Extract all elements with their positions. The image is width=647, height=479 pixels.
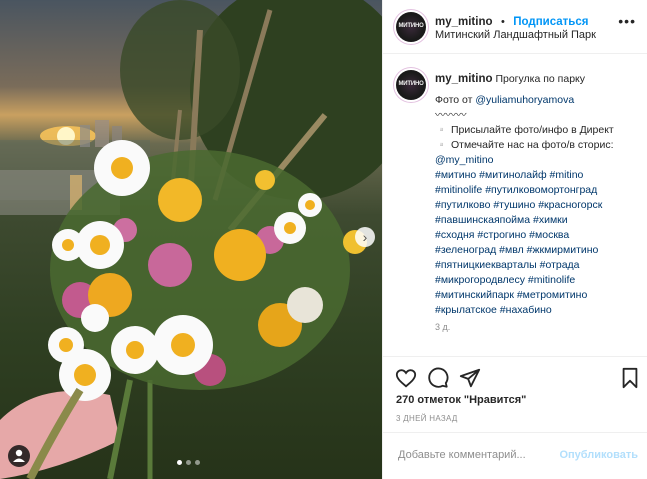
likes-count[interactable]: 270 отметок "Нравится" [396, 394, 526, 406]
hashtag-line[interactable]: #пятницкиекварталы #отрада [435, 258, 640, 273]
hashtag-line[interactable]: #mitinolife #путилковомортонград [435, 183, 640, 198]
comment-box: Опубликовать [383, 432, 647, 479]
comment-icon[interactable] [427, 367, 449, 389]
send-info-line: ▫️ Присылайте фото/инфо в Директ [435, 124, 614, 136]
bookmark-icon[interactable] [619, 367, 641, 389]
hashtag-line[interactable]: #сходня #строгино #москва [435, 228, 640, 243]
carousel-dot [195, 460, 200, 465]
post-sidebar: МИТИНО my_mitino • Подписаться Митинский… [382, 0, 647, 479]
username-link[interactable]: my_mitino [435, 16, 493, 28]
caption-time: 3 д. [435, 322, 451, 332]
caption-avatar[interactable]: МИТИНО [396, 70, 426, 100]
publish-button[interactable]: Опубликовать [559, 449, 638, 461]
avatar-logo: МИТИНО [398, 23, 424, 29]
waves-line: 〰〰〰 [435, 109, 467, 121]
hashtag-line[interactable]: #митинскийпарк #метромитино [435, 288, 640, 303]
carousel-dot [186, 460, 191, 465]
caption-username[interactable]: my_mitino [435, 73, 493, 85]
hashtag-line[interactable]: #путилково #тушино #красногорск [435, 198, 640, 213]
avatar[interactable]: МИТИНО [396, 12, 426, 42]
action-bar [383, 356, 647, 394]
avatar-logo: МИТИНО [398, 81, 424, 87]
hashtag-line[interactable]: #микрогородвлесу #mitinolife [435, 273, 640, 288]
heart-icon[interactable] [395, 367, 417, 389]
person-icon [13, 449, 25, 462]
post-date[interactable]: 3 ДНЕЙ НАЗАД [396, 414, 458, 423]
hashtag-line[interactable]: #митино #митинолайф #mitino [435, 168, 640, 183]
caption-title: Прогулка по парку [495, 73, 585, 85]
photographer-mention[interactable]: @yuliamuhoryamova [475, 94, 574, 106]
hashtag-line[interactable]: #зеленоград #мвл #жкмирмитино [435, 243, 640, 258]
carousel-dot [177, 460, 182, 465]
hashtag-line[interactable]: #павшинскаяпойма #химки [435, 213, 640, 228]
next-photo-button[interactable]: › [355, 227, 375, 247]
post-header: МИТИНО my_mitino • Подписаться Митинский… [383, 0, 647, 54]
follow-button[interactable]: Подписаться [513, 16, 588, 28]
location-link[interactable]: Митинский Ландшафтный Парк [435, 29, 596, 41]
user-tag-button[interactable] [8, 445, 30, 467]
instagram-post: › МИТИНО my_mitino • Подписаться Митинск… [0, 0, 647, 479]
flower-bouquet-image [0, 0, 382, 479]
post-photo[interactable]: › [0, 0, 382, 479]
caption-area: МИТИНО my_mitino Прогулка по парку Фото … [383, 54, 647, 354]
photo-by-prefix: Фото от [435, 94, 476, 106]
comment-input[interactable] [396, 448, 560, 462]
account-mention[interactable]: @my_mitino [435, 153, 640, 168]
tag-us-line: ▫️ Отмечайте нас на фото/в сторис: [435, 139, 614, 151]
hashtag-line[interactable]: #крылатское #нахабино [435, 303, 640, 318]
caption-text: my_mitino Прогулка по парку Фото от @yul… [435, 72, 640, 318]
carousel-dots [177, 460, 200, 465]
paper-plane-icon[interactable] [459, 367, 481, 389]
separator-dot: • [500, 16, 505, 28]
ellipsis-icon[interactable]: ••• [618, 13, 636, 29]
